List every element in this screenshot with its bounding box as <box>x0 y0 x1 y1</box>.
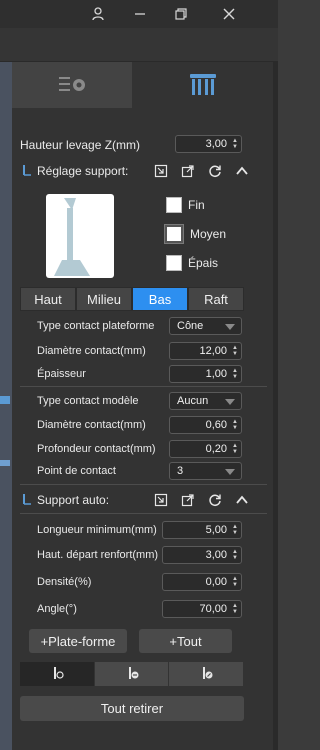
dropdown-caret-icon <box>225 399 235 405</box>
import-icon[interactable] <box>152 162 169 179</box>
support-add-icon <box>50 665 64 684</box>
platform-contact-type-label: Type contact plateforme <box>37 320 155 332</box>
restore-icon[interactable] <box>162 0 200 28</box>
add-support-tool[interactable] <box>20 662 95 686</box>
remove-support-tool[interactable] <box>94 662 170 686</box>
model-contact-diameter-input[interactable]: 0,60 ▲ ▼ <box>169 416 242 434</box>
refresh-icon[interactable] <box>206 162 223 179</box>
contact-diameter-label: Diamètre contact(mm) <box>37 345 146 357</box>
min-length-label: Longueur minimum(mm) <box>37 524 157 536</box>
density-input[interactable]: 0,00 ▲ ▼ <box>162 573 242 591</box>
segment-middle[interactable]: Milieu <box>76 287 132 311</box>
auto-support-actions <box>152 491 250 508</box>
panel-scrollbar[interactable] <box>273 62 278 750</box>
export-icon[interactable] <box>179 162 196 179</box>
support-region-segments: Haut Milieu Bas Raft <box>20 287 244 311</box>
spin-arrows-icon[interactable]: ▲ ▼ <box>232 524 238 536</box>
fine-label: Fin <box>188 198 205 212</box>
density-label: Densité(%) <box>37 576 92 588</box>
option-fine[interactable]: Fin <box>166 197 205 213</box>
support-tool-row <box>20 662 245 686</box>
support-settings-icon <box>20 163 34 180</box>
divider <box>20 386 267 387</box>
angle-input[interactable]: 70,00 ▲ ▼ <box>162 600 242 618</box>
spin-arrows-icon[interactable]: ▲ ▼ <box>232 138 238 150</box>
support-preview-image <box>46 194 114 278</box>
chevron-up-icon[interactable] <box>233 491 250 508</box>
model-contact-diameter-label: Diamètre contact(mm) <box>37 419 146 431</box>
fine-checkbox[interactable] <box>166 197 182 213</box>
thickness-input[interactable]: 1,00 ▲ ▼ <box>169 365 242 383</box>
lift-height-label: Hauteur levage Z(mm) <box>20 138 141 152</box>
viewport-object-mark <box>0 396 10 404</box>
dropdown-caret-icon <box>225 469 235 475</box>
support-settings-actions <box>152 162 250 179</box>
tab-settings[interactable] <box>12 62 132 108</box>
medium-label: Moyen <box>190 227 227 241</box>
window-titlebar <box>0 0 278 28</box>
option-thick[interactable]: Épais <box>166 255 218 271</box>
contact-point-select[interactable]: 3 <box>169 462 242 480</box>
reinforce-start-label: Haut. départ renfort(mm) <box>37 549 159 561</box>
viewport-edge[interactable] <box>0 62 12 750</box>
segment-raft[interactable]: Raft <box>188 287 244 311</box>
refresh-icon[interactable] <box>206 491 223 508</box>
thick-label: Épais <box>188 256 219 270</box>
contact-point-label: Point de contact <box>37 465 116 477</box>
add-all-button[interactable]: +Tout <box>139 629 232 653</box>
spin-arrows-icon[interactable]: ▲ ▼ <box>232 419 238 431</box>
spin-arrows-icon[interactable]: ▲ ▼ <box>232 368 238 380</box>
spin-arrows-icon[interactable]: ▲ ▼ <box>232 576 238 588</box>
spin-arrows-icon[interactable]: ▲ ▼ <box>232 443 238 455</box>
segment-bottom[interactable]: Bas <box>132 287 188 311</box>
auto-support-icon <box>20 492 34 509</box>
add-platform-button[interactable]: +Plate-forme <box>29 629 127 653</box>
auto-support-title: Support auto: <box>37 493 110 507</box>
support-panel: Hauteur levage Z(mm) 3,00 ▲ ▼ Réglage sup… <box>12 62 273 750</box>
close-icon[interactable] <box>210 0 248 28</box>
lift-height-input[interactable]: 3,00 ▲ ▼ <box>175 135 242 153</box>
contact-depth-label: Profondeur contact(mm) <box>37 443 156 455</box>
platform-contact-type-select[interactable]: Cône <box>169 317 242 335</box>
segment-top[interactable]: Haut <box>20 287 76 311</box>
chevron-up-icon[interactable] <box>233 162 250 179</box>
divider <box>20 484 267 485</box>
edit-support-tool[interactable] <box>169 662 245 686</box>
angle-label: Angle(°) <box>37 603 77 615</box>
support-table-icon <box>187 71 219 100</box>
spin-arrows-icon[interactable]: ▲ ▼ <box>232 345 238 357</box>
minimize-icon[interactable] <box>121 0 159 28</box>
reinforce-start-input[interactable]: 3,00 ▲ ▼ <box>162 546 242 564</box>
option-medium[interactable]: Moyen <box>164 224 226 244</box>
spin-arrows-icon[interactable]: ▲ ▼ <box>232 549 238 561</box>
settings-gear-icon <box>56 73 88 98</box>
model-contact-type-select[interactable]: Aucun <box>169 392 242 410</box>
tab-support[interactable] <box>132 62 273 108</box>
import-icon[interactable] <box>152 491 169 508</box>
export-icon[interactable] <box>179 491 196 508</box>
min-length-input[interactable]: 5,00 ▲ ▼ <box>162 521 242 539</box>
person-icon[interactable] <box>79 0 117 28</box>
thickness-label: Épaisseur <box>37 368 86 380</box>
support-edit-icon <box>199 665 213 684</box>
medium-checkbox[interactable] <box>164 224 184 244</box>
remove-all-button[interactable]: Tout retirer <box>20 696 244 721</box>
contact-diameter-input[interactable]: 12,00 ▲ ▼ <box>169 342 242 360</box>
thick-checkbox[interactable] <box>166 255 182 271</box>
support-remove-icon <box>125 665 139 684</box>
support-settings-title: Réglage support: <box>37 164 129 178</box>
panel-tabs <box>12 62 273 108</box>
model-contact-type-label: Type contact modèle <box>37 395 139 407</box>
contact-depth-input[interactable]: 0,20 ▲ ▼ <box>169 440 242 458</box>
dropdown-caret-icon <box>225 324 235 330</box>
spin-arrows-icon[interactable]: ▲ ▼ <box>232 603 238 615</box>
viewport-object-mark <box>0 460 10 466</box>
menu-bar <box>0 28 278 62</box>
divider <box>20 513 267 514</box>
